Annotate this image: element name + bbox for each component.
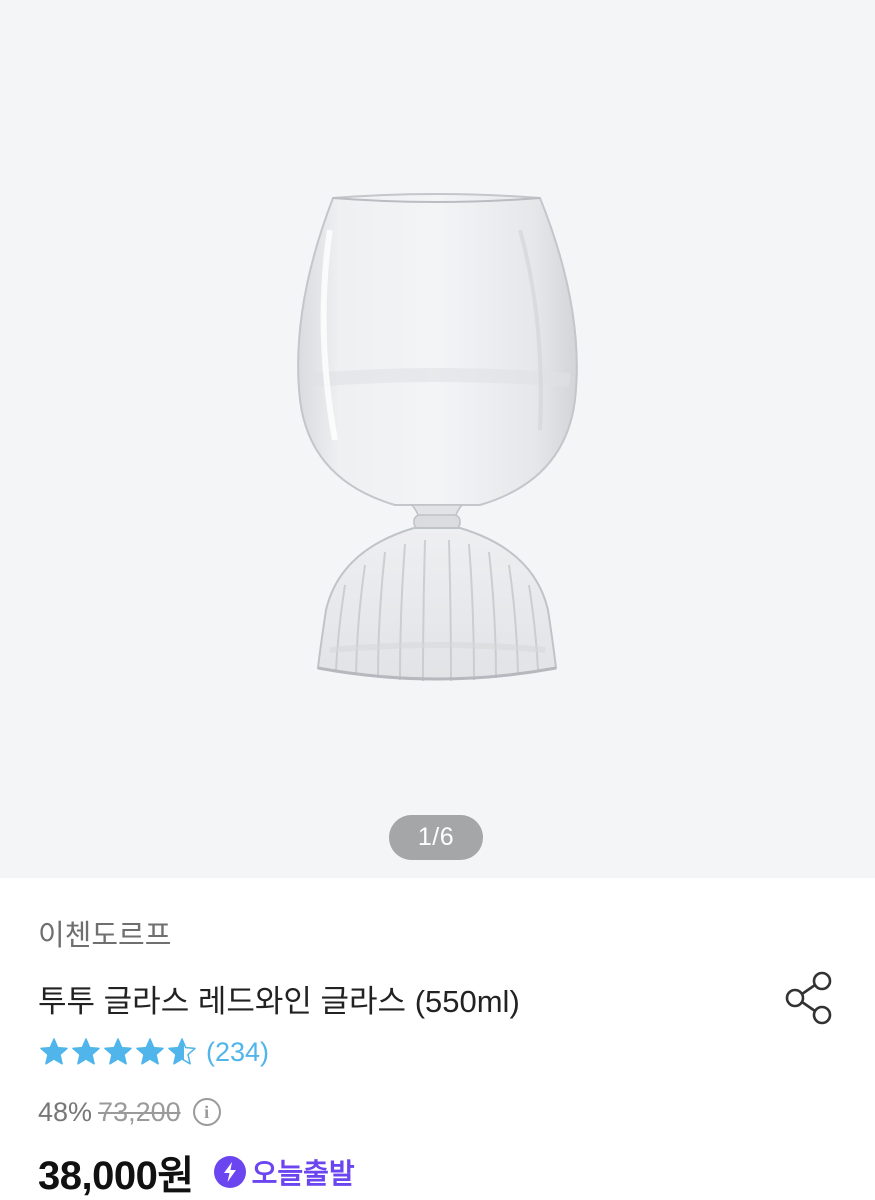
brand-name[interactable]: 이첸도르프 [38, 912, 171, 954]
star-icon [104, 1038, 132, 1065]
review-count[interactable]: (234) [206, 1037, 269, 1068]
delivery-label: 오늘출발 [251, 1158, 355, 1189]
star-icon [40, 1038, 68, 1065]
share-icon [785, 971, 832, 1025]
product-info-section: 이첸도르프 투투 글라스 레드와인 글라스 (550ml) (234) 48% … [0, 878, 875, 1200]
half-star-icon [168, 1038, 196, 1065]
product-image [297, 193, 578, 682]
price-row: 38,000원 오늘출발 [38, 1146, 355, 1198]
original-price: 73,200 [98, 1096, 181, 1127]
product-image-carousel[interactable]: 1/6 [0, 0, 875, 878]
lightning-bolt-icon [213, 1156, 246, 1188]
info-icon[interactable]: i [192, 1098, 221, 1126]
image-page-indicator: 1/6 [389, 815, 483, 860]
rating-summary[interactable]: (234) [38, 1034, 269, 1070]
product-title: 투투 글라스 레드와인 글라스 (550ml) [38, 984, 520, 1019]
star-icon [136, 1038, 164, 1065]
star-rating [38, 1036, 198, 1068]
sale-price: 38,000원 [38, 1154, 194, 1198]
share-button[interactable] [780, 968, 840, 1028]
discount-info: 48% 73,200 i [38, 1094, 221, 1130]
today-delivery-badge: 오늘출발 [213, 1152, 355, 1192]
discount-rate: 48% [38, 1096, 93, 1127]
star-icon [72, 1038, 100, 1065]
